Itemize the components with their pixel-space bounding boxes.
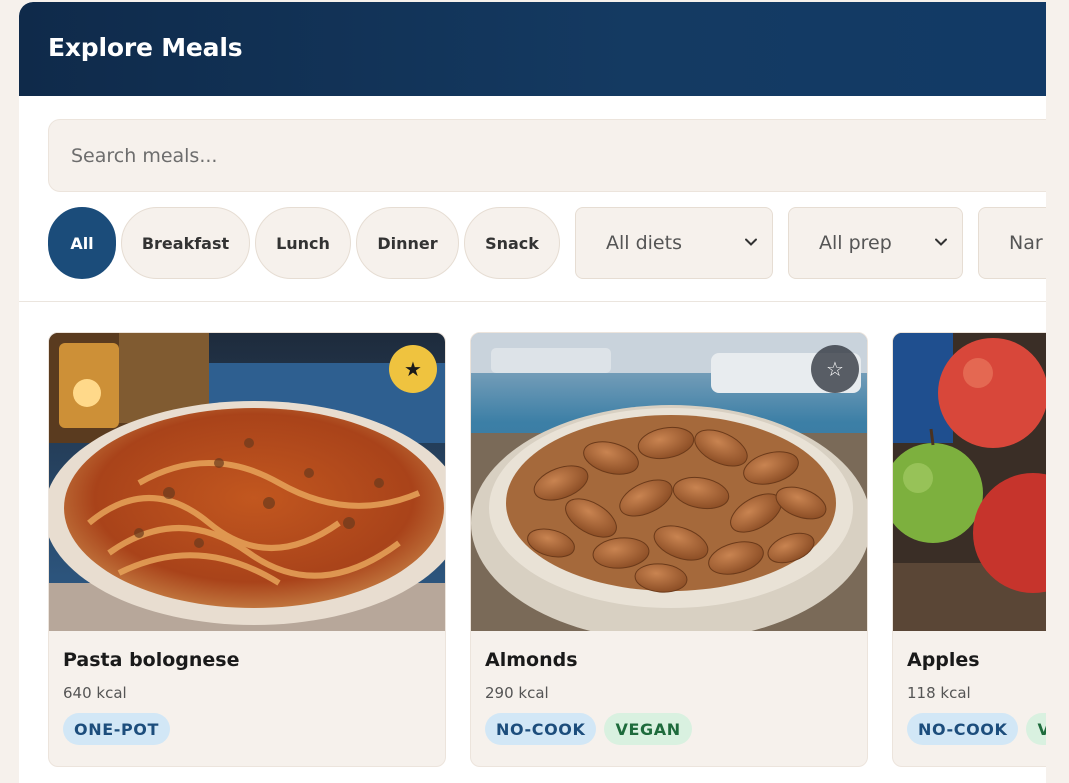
page-header: Explore Meals: [19, 2, 1046, 96]
filter-chip-snack[interactable]: Snack: [464, 207, 560, 279]
meal-kcal: 290 kcal: [485, 684, 549, 702]
tag-badge: NO-COOK: [907, 713, 1019, 745]
chevron-down-icon: [745, 238, 757, 246]
sort-select[interactable]: Nar: [978, 207, 1046, 279]
search-input[interactable]: [48, 119, 1046, 192]
divider: [19, 301, 1046, 302]
tag-badge: V: [1026, 713, 1046, 745]
meal-title: Almonds: [485, 649, 578, 671]
tag-badge: NO-COOK: [485, 713, 597, 745]
meal-title: Pasta bolognese: [63, 649, 240, 671]
filter-chip-all[interactable]: All: [48, 207, 116, 279]
meal-photo-apples: [893, 333, 1046, 631]
filter-chip-breakfast[interactable]: Breakfast: [121, 207, 250, 279]
meal-tags: ONE-POT: [63, 713, 171, 745]
tag-badge: ONE-POT: [63, 713, 171, 745]
meal-card[interactable]: ★ Pasta bolognese 640 kcal ONE-POT: [48, 332, 446, 767]
meals-panel: Explore Meals All Breakfast Lunch Dinner…: [19, 2, 1046, 783]
filter-chip-lunch[interactable]: Lunch: [255, 207, 351, 279]
chevron-down-icon: [935, 238, 947, 246]
favorite-star-icon[interactable]: ★: [389, 345, 437, 393]
diet-select[interactable]: All diets: [575, 207, 773, 279]
diet-select-value: All diets: [606, 232, 682, 254]
tag-badge: VEGAN: [604, 713, 692, 745]
meal-card[interactable]: ☆ Almonds 290 kcal NO-COOK VEGAN: [470, 332, 868, 767]
meal-tags: NO-COOK VEGAN: [485, 713, 692, 745]
meal-kcal: 640 kcal: [63, 684, 127, 702]
meal-tags: NO-COOK V: [907, 713, 1046, 745]
meal-card[interactable]: Apples 118 kcal NO-COOK V: [892, 332, 1046, 767]
prep-select[interactable]: All prep: [788, 207, 963, 279]
sort-select-value: Nar: [1009, 232, 1043, 254]
meal-photo-pasta: ★: [49, 333, 445, 631]
meal-kcal: 118 kcal: [907, 684, 971, 702]
filter-chip-dinner[interactable]: Dinner: [356, 207, 459, 279]
page-title: Explore Meals: [48, 33, 243, 62]
favorite-star-icon[interactable]: ☆: [811, 345, 859, 393]
meal-photo-almonds: ☆: [471, 333, 867, 631]
meal-title: Apples: [907, 649, 980, 671]
prep-select-value: All prep: [819, 232, 892, 254]
